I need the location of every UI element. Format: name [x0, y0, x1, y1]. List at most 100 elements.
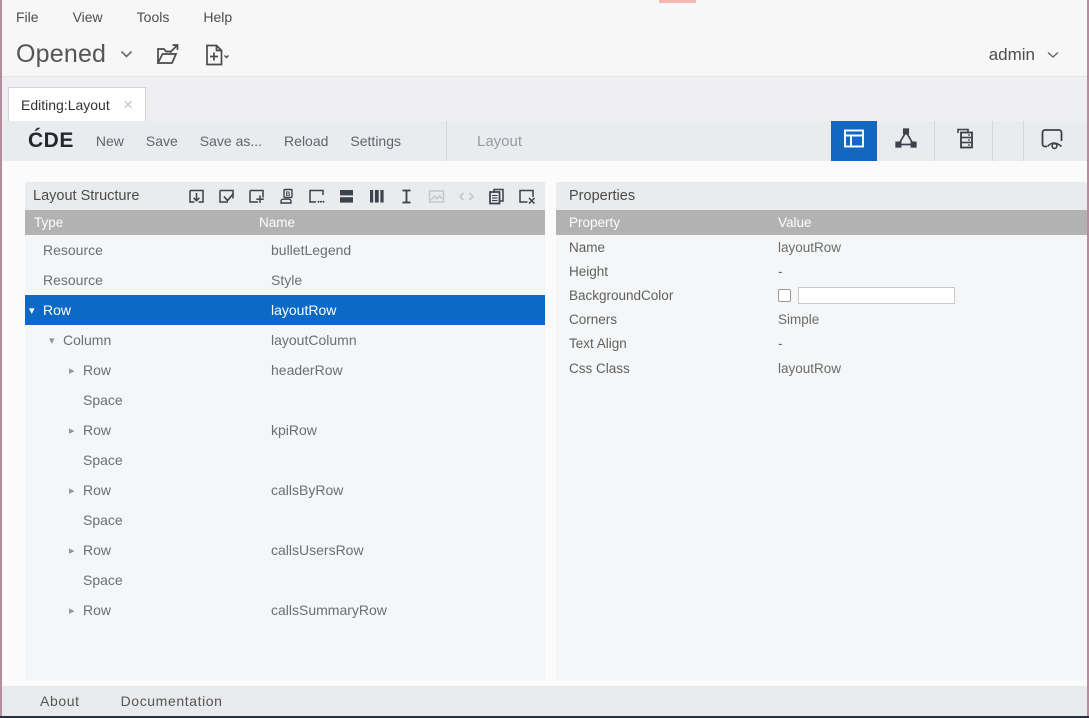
property-row[interactable]: Corners Simple	[556, 308, 1087, 332]
expander-icon[interactable]: ▾	[49, 334, 63, 347]
components-panel-icon	[893, 126, 919, 157]
footer-link[interactable]: About	[40, 693, 80, 709]
toolbar-menu-item[interactable]: Save	[144, 129, 180, 153]
opened-label: Opened	[16, 40, 106, 69]
toolbar-menu-item[interactable]: Settings	[348, 129, 403, 153]
property-value[interactable]: -	[778, 336, 783, 351]
cde-logo: ĆDE	[28, 129, 74, 153]
menubar-item[interactable]: Help	[203, 9, 232, 25]
toolbar-menu-item[interactable]: Reload	[282, 129, 330, 153]
datasources-panel-icon	[951, 126, 977, 157]
background-color-checkbox[interactable]	[778, 289, 791, 302]
expander-icon[interactable]: ▸	[69, 424, 83, 437]
property-row[interactable]: Text Align -	[556, 332, 1087, 356]
table-row[interactable]: Resource Style	[25, 265, 545, 295]
add-bootstrap-panel-icon[interactable]: B	[276, 186, 297, 207]
alert-strip	[659, 0, 696, 3]
background-color-input[interactable]	[798, 287, 955, 304]
row-type-cell: Space	[83, 392, 123, 408]
row-type-cell: Row	[83, 422, 111, 438]
layout-tree: Resource bulletLegend Resource Style ▾ R…	[25, 235, 545, 625]
toolbar-menu-item[interactable]: Save as...	[198, 129, 264, 153]
properties-title: Properties	[556, 188, 635, 204]
layout-panel-icon	[841, 126, 867, 157]
property-value[interactable]: Simple	[778, 312, 819, 327]
add-resource-icon[interactable]	[246, 186, 267, 207]
chevron-down-icon	[120, 46, 133, 64]
menubar-item[interactable]: File	[16, 9, 39, 25]
table-row[interactable]: ▾ Column layoutColumn	[25, 325, 545, 355]
layout-structure-header: Layout Structure	[25, 182, 545, 210]
properties-panel: Properties Property Value Name layoutRow…	[556, 182, 1087, 680]
add-code-icon[interactable]	[456, 186, 477, 207]
property-name: Corners	[556, 312, 617, 327]
window-border-left	[0, 0, 2, 718]
table-row[interactable]: ▸ Row callsUsersRow	[25, 535, 545, 565]
add-freeform-panel-icon[interactable]	[306, 186, 327, 207]
tab-close-icon[interactable]: ×	[121, 96, 135, 113]
table-row[interactable]: Space	[25, 505, 545, 535]
add-columns-icon[interactable]	[366, 186, 387, 207]
delete-icon[interactable]	[516, 186, 537, 207]
property-row[interactable]: BackgroundColor	[556, 283, 1087, 307]
column-header-property: Property	[556, 215, 620, 230]
table-row[interactable]: ▸ Row kpiRow	[25, 415, 545, 445]
toolbar-divider	[446, 121, 447, 161]
tab-editing-layout[interactable]: Editing:Layout ×	[8, 87, 146, 121]
expander-icon[interactable]: ▸	[69, 544, 83, 557]
duplicate-icon[interactable]	[486, 186, 507, 207]
row-type-cell: Space	[83, 452, 123, 468]
datasources-panel-button[interactable]	[935, 121, 992, 161]
row-type-cell: Resource	[43, 242, 103, 258]
menubar-item[interactable]: View	[73, 9, 103, 25]
components-panel-button[interactable]	[877, 121, 934, 161]
open-folder-icon[interactable]	[155, 43, 181, 67]
row-name-cell: callsByRow	[271, 482, 343, 498]
row-name-cell: layoutRow	[271, 302, 336, 318]
table-row[interactable]: ▾ Row layoutRow	[25, 295, 545, 325]
expander-icon[interactable]: ▸	[69, 604, 83, 617]
menubar-item[interactable]: Tools	[137, 9, 170, 25]
add-html-icon[interactable]	[396, 186, 417, 207]
add-row-icon[interactable]	[336, 186, 357, 207]
current-panel-title: Layout	[477, 121, 522, 161]
opened-dropdown[interactable]: Opened	[16, 40, 133, 69]
expander-icon[interactable]: ▸	[69, 484, 83, 497]
save-as-template-icon[interactable]	[186, 186, 207, 207]
property-row[interactable]: Height -	[556, 259, 1087, 283]
table-row[interactable]: ▸ Row callsByRow	[25, 475, 545, 505]
table-row[interactable]: Space	[25, 385, 545, 415]
row-name-cell: Style	[271, 272, 302, 288]
row-type-cell: Column	[63, 332, 111, 348]
new-file-icon[interactable]	[203, 43, 230, 67]
footer-link[interactable]: Documentation	[121, 693, 223, 709]
expander-icon[interactable]: ▾	[29, 304, 43, 317]
row-name-cell: kpiRow	[271, 422, 317, 438]
property-name: Text Align	[556, 336, 627, 351]
properties-header: Properties	[556, 182, 1087, 210]
layout-panel-button[interactable]	[831, 121, 877, 161]
property-name: Height	[556, 264, 608, 279]
user-menu[interactable]: admin	[989, 45, 1059, 65]
row-name-cell: callsUsersRow	[271, 542, 364, 558]
table-row[interactable]: ▸ Row headerRow	[25, 355, 545, 385]
table-row[interactable]: Resource bulletLegend	[25, 235, 545, 265]
expander-icon[interactable]: ▸	[69, 364, 83, 377]
add-image-icon[interactable]	[426, 186, 447, 207]
preview-button[interactable]	[1024, 121, 1080, 161]
row-name-cell: headerRow	[271, 362, 343, 378]
property-row[interactable]: Css Class layoutRow	[556, 356, 1087, 380]
property-name: Name	[556, 240, 605, 255]
toolbar-menu-item[interactable]: New	[94, 129, 126, 153]
table-row[interactable]: Space	[25, 565, 545, 595]
property-value[interactable]: -	[778, 264, 783, 279]
property-value[interactable]: layoutRow	[778, 361, 841, 376]
property-value[interactable]: layoutRow	[778, 240, 841, 255]
property-row[interactable]: Name layoutRow	[556, 235, 1087, 259]
row-name-cell: callsSummaryRow	[271, 602, 387, 618]
table-row[interactable]: ▸ Row callsSummaryRow	[25, 595, 545, 625]
table-row[interactable]: Space	[25, 445, 545, 475]
apply-template-icon[interactable]	[216, 186, 237, 207]
column-header-name: Name	[259, 215, 295, 230]
cde-menu: New Save Save as... Reload Settings	[94, 129, 403, 153]
